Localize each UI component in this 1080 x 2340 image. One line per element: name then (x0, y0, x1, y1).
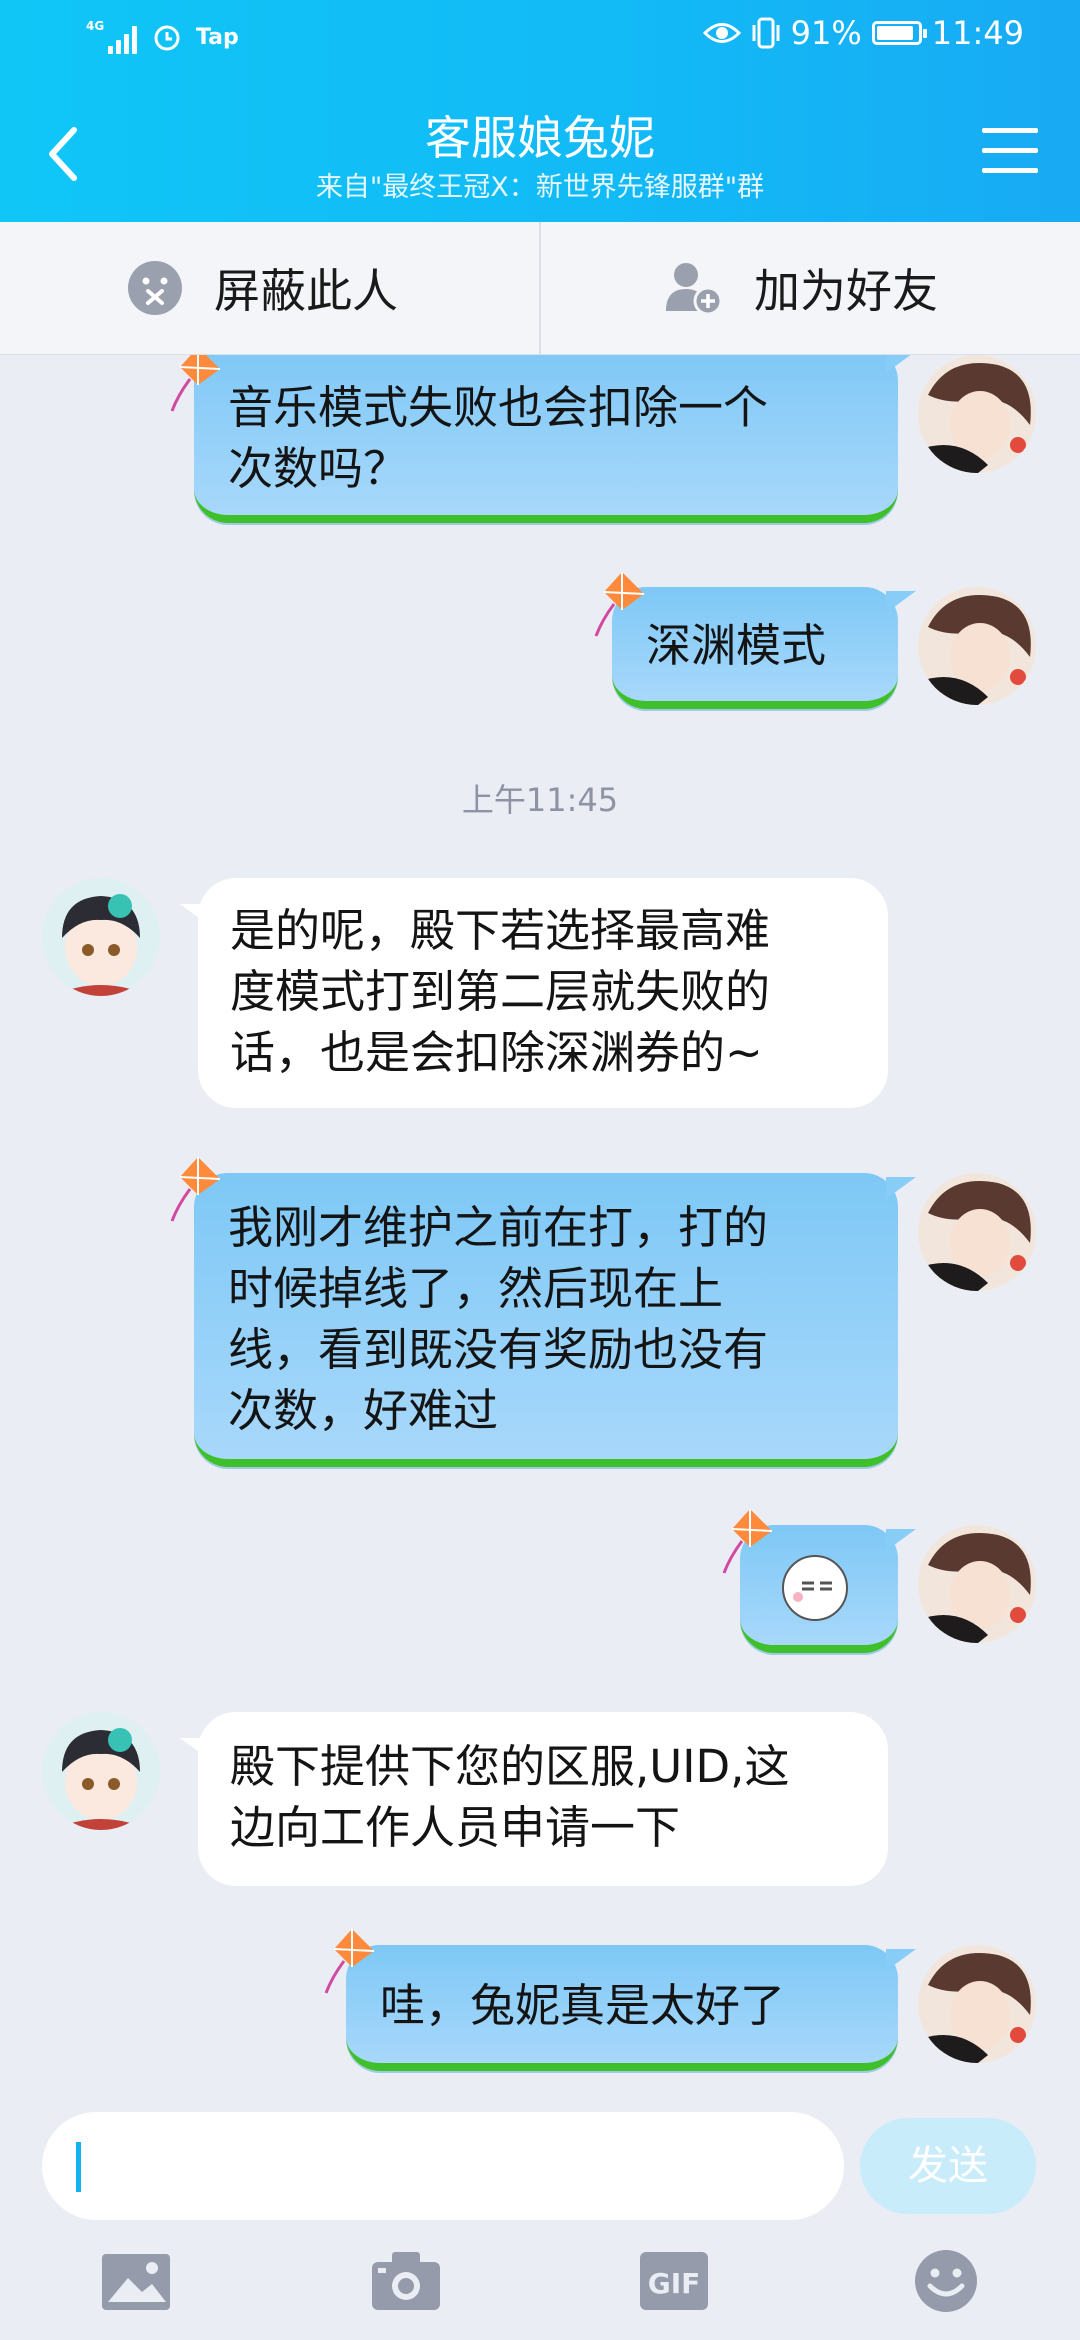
message-text: 次数，好难过 (228, 1384, 499, 1437)
kite-decoration-icon (170, 1157, 221, 1222)
emoji-button[interactable] (910, 2248, 982, 2314)
clock: 11:49 (931, 14, 1024, 52)
message-bubble-outgoing[interactable]: 哇，兔妮真是太好了 (346, 1945, 916, 2071)
add-friend-label: 加为好友 (754, 264, 938, 318)
timestamp: 上午11:45 (461, 781, 619, 819)
text-caret (76, 2142, 81, 2192)
camera-icon (372, 2252, 440, 2310)
message-text: 是的呢，殿下若选择最高难 (230, 904, 771, 957)
svg-text:GIF: GIF (648, 2267, 701, 2300)
message-bubble-outgoing[interactable]: 音乐模式失败也会扣除一个 次数吗？ (194, 355, 916, 523)
message-input[interactable] (42, 2112, 844, 2220)
app-notification-label: Tap (196, 24, 239, 50)
message-text: 殿下提供下您的区服,UID,这 (230, 1740, 790, 1793)
message-text: 我刚才维护之前在打，打的 (228, 1201, 769, 1254)
block-user-label: 屏蔽此人 (214, 264, 398, 318)
cs-avatar[interactable] (42, 1712, 160, 1830)
status-bar: 4G Tap 91% 11:49 (0, 0, 1080, 80)
smiley-icon (915, 2250, 977, 2312)
message-text: 次数吗？ (228, 442, 409, 495)
block-user-button[interactable]: 屏蔽此人 (126, 222, 398, 354)
message-bubble-outgoing[interactable]: 我刚才维护之前在打，打的 时候掉线了，然后现在上 线，看到既没有奖励也没有 次数… (194, 1173, 916, 1467)
kite-decoration-icon (324, 1929, 375, 1994)
input-bar: 发送 GIF (0, 2098, 1080, 2340)
message-bubble-incoming[interactable]: 殿下提供下您的区服,UID,这 边向工作人员申请一下 (180, 1712, 888, 1886)
add-friend-button[interactable]: 加为好友 (664, 222, 938, 354)
message-text: 边向工作人员申请一下 (230, 1801, 681, 1854)
message-text: 哇，兔妮真是太好了 (380, 1979, 786, 2032)
battery-icon (871, 21, 927, 45)
message-bubble-incoming[interactable]: 是的呢，殿下若选择最高难 度模式打到第二层就失败的 话，也是会扣除深渊券的~ (180, 878, 888, 1108)
my-avatar[interactable] (918, 1173, 1036, 1291)
chat-messages[interactable]: 音乐模式失败也会扣除一个 次数吗？ 深渊模式 上午11:45 是的呢，殿下若选择… (0, 355, 1080, 2098)
menu-icon (982, 128, 1038, 133)
my-avatar[interactable] (918, 587, 1036, 705)
gif-icon: GIF (640, 2252, 708, 2310)
kite-decoration-icon (594, 572, 645, 637)
send-button[interactable]: 发送 (860, 2118, 1036, 2214)
top-bar: 4G Tap 91% 11:49 客服娘兔妮 来自"最终王冠X：新世界先锋服群"… (0, 0, 1080, 222)
block-icon (128, 261, 182, 315)
speechless-emoji-icon (782, 1555, 848, 1621)
message-text: 深渊模式 (646, 619, 827, 672)
stranger-action-bar: 屏蔽此人 加为好友 (0, 222, 1080, 355)
kite-decoration-icon (722, 1509, 773, 1574)
vibrate-icon (752, 17, 780, 49)
battery-percent: 91% (790, 14, 862, 52)
my-avatar[interactable] (918, 1945, 1036, 2063)
my-avatar[interactable] (918, 355, 1036, 473)
message-bubble-outgoing[interactable]: 深渊模式 (612, 587, 916, 709)
chat-title: 客服娘兔妮 (425, 111, 655, 165)
cs-avatar[interactable] (42, 878, 160, 996)
message-text: 时候掉线了，然后现在上 (228, 1262, 724, 1315)
add-friend-icon (666, 263, 723, 316)
message-text: 线，看到既没有奖励也没有 (228, 1323, 769, 1376)
divider (539, 222, 541, 354)
image-icon (102, 2254, 170, 2310)
gif-button[interactable]: GIF (638, 2248, 710, 2314)
chat-subtitle: 来自"最终王冠X：新世界先锋服群"群 (315, 172, 765, 203)
message-text: 话，也是会扣除深渊券的~ (230, 1026, 763, 1079)
signal-icon: 4G (86, 20, 138, 54)
message-text: 度模式打到第二层就失败的 (230, 965, 771, 1018)
camera-button[interactable] (370, 2248, 442, 2314)
alarm-icon (154, 25, 180, 51)
message-text: 音乐模式失败也会扣除一个 (228, 381, 769, 434)
photo-button[interactable] (100, 2248, 172, 2314)
eye-comfort-icon (702, 23, 741, 43)
kite-decoration-icon (170, 355, 221, 412)
menu-button[interactable] (982, 128, 1038, 176)
network-type: 4G (86, 19, 105, 33)
my-avatar[interactable] (918, 1525, 1036, 1643)
